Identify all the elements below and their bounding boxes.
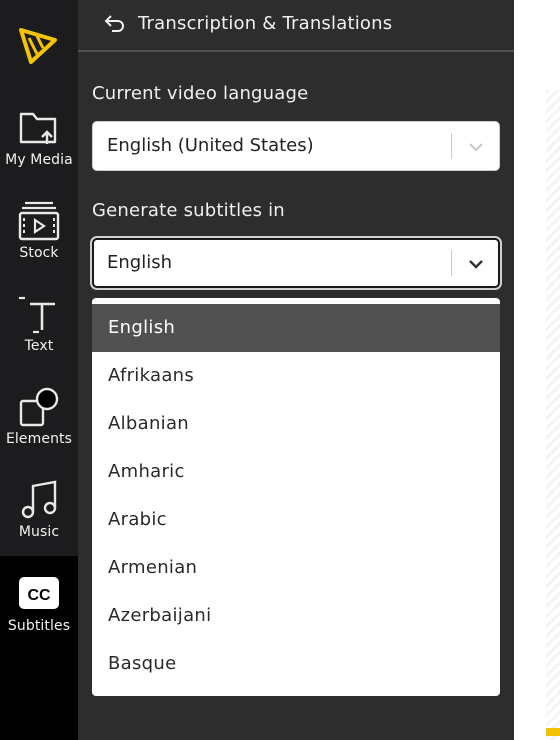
chevron-down-icon[interactable]: [467, 255, 485, 273]
menu-option[interactable]: Afrikaans: [92, 352, 500, 400]
menu-option[interactable]: Amharic: [92, 448, 500, 496]
subtitle-language-label: Generate subtitles in: [92, 200, 285, 221]
video-language-value: English (United States): [107, 135, 314, 156]
menu-option[interactable]: Arabic: [92, 496, 500, 544]
folder-upload-icon: [19, 112, 57, 144]
subtitles-panel: Transcription & Translations Current vid…: [78, 0, 514, 740]
nav-item-music[interactable]: Music: [0, 472, 78, 565]
music-note-icon: [21, 480, 57, 519]
menu-option[interactable]: English: [92, 304, 500, 352]
nav-label: Subtitles: [7, 618, 71, 634]
nav-label: Stock: [19, 245, 59, 261]
menu-option[interactable]: Armenian: [92, 544, 500, 592]
panel-title: Transcription & Translations: [138, 13, 393, 34]
menu-option[interactable]: Azerbaijani: [92, 592, 500, 640]
chevron-down-icon[interactable]: [467, 138, 485, 156]
nav-item-text[interactable]: Text: [0, 286, 78, 379]
shapes-icon: [19, 387, 59, 427]
nav-item-elements[interactable]: Elements: [0, 379, 78, 472]
app-logo-icon[interactable]: [17, 24, 59, 66]
cc-icon: CC: [19, 577, 59, 609]
back-arrow-icon[interactable]: [104, 13, 126, 35]
subtitle-language-select[interactable]: English: [92, 238, 500, 288]
nav-label: Elements: [5, 431, 73, 447]
nav-item-subtitles[interactable]: CC Subtitles: [0, 565, 78, 658]
nav-label: Music: [18, 524, 60, 540]
svg-text:CC: CC: [27, 587, 51, 604]
panel-header: Transcription & Translations: [78, 0, 514, 52]
text-icon: [19, 296, 55, 334]
nav-item-stock[interactable]: Stock: [0, 193, 78, 286]
nav-label: Text: [24, 338, 54, 354]
nav-item-my-media[interactable]: My Media: [0, 100, 78, 193]
video-language-select[interactable]: English (United States): [92, 121, 500, 171]
video-language-label: Current video language: [92, 83, 309, 104]
nav-label: My Media: [5, 152, 73, 168]
select-separator: [451, 250, 452, 276]
language-dropdown-menu: English Afrikaans Albanian Amharic Arabi…: [92, 298, 500, 696]
select-separator: [451, 133, 452, 159]
subtitle-language-value: English: [107, 252, 172, 273]
film-stock-icon: [18, 201, 60, 241]
menu-option[interactable]: Albanian: [92, 400, 500, 448]
editor-canvas[interactable]: [546, 90, 560, 740]
menu-option[interactable]: Basque: [92, 640, 500, 688]
side-rail: My Media Stock Text Elements Music CC Su…: [0, 0, 78, 740]
timeline-marker: [546, 728, 560, 736]
